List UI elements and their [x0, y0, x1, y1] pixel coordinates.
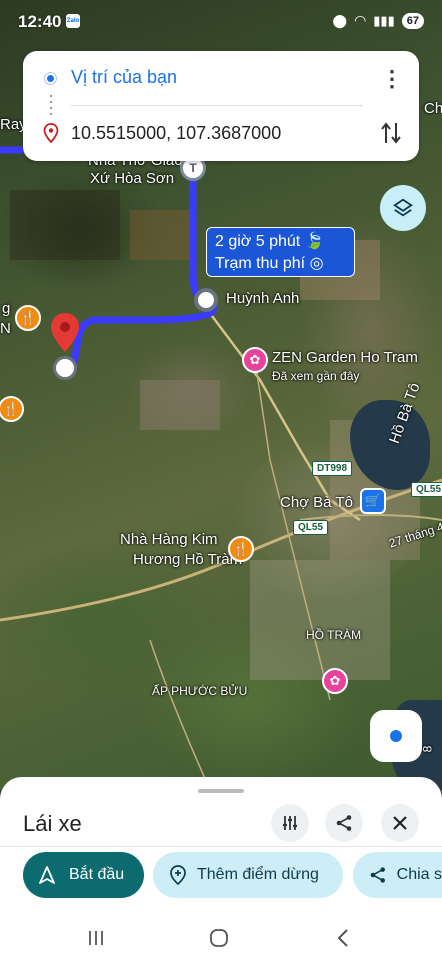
location-pin-icon[interactable] [50, 312, 80, 356]
map-label-n: N [0, 320, 11, 337]
add-stop-label: Thêm điểm dừng [197, 866, 319, 883]
map-label-huynh-anh[interactable]: Huỳnh Anh [226, 290, 299, 307]
map-label-g: g [2, 300, 11, 317]
route-duration: 2 giờ 5 phút [215, 233, 301, 250]
eco-leaf-icon: 🍃 [304, 233, 325, 250]
location-icon: ⬤ [332, 12, 348, 28]
share-icon[interactable] [325, 804, 363, 842]
leisure-icon[interactable]: ✿ [242, 347, 268, 373]
status-bar: 12:40 Zalo ⬤ ◠ ▮▮▮ 67 [0, 0, 442, 44]
add-stop-button[interactable]: Thêm điểm dừng [153, 852, 343, 898]
directions-bottom-sheet: Lái xe Bắt đầu Thêm điểm dừng Chia s [0, 777, 442, 960]
route-search-card: Vị trí của bạn ⋮ 10.5515000, 107.3687000 [23, 51, 419, 161]
map-label-nha-hang-2[interactable]: Hương Hồ Tràm [133, 551, 242, 568]
start-button[interactable]: Bắt đầu [23, 852, 144, 898]
road-badge-ql55-right: QL55 [411, 482, 442, 497]
destination-field[interactable]: 10.5515000, 107.3687000 [71, 123, 281, 144]
toll-icon: ◎ [309, 255, 324, 272]
wifi-icon: ◠ [354, 12, 367, 28]
map-label-cho-ba-to[interactable]: Chợ Bà Tô [280, 494, 353, 511]
sheet-divider [0, 846, 442, 847]
more-options-icon[interactable]: ⋮ [381, 65, 403, 93]
share-icon [370, 867, 385, 883]
map-label-ap-phuoc-buu: ẤP PHƯỚC BỬU [152, 684, 248, 698]
system-navigation-bar [0, 917, 442, 960]
sheet-drag-handle[interactable] [198, 789, 244, 793]
tune-icon[interactable] [271, 804, 309, 842]
road-badge-ql55: QL55 [293, 520, 329, 535]
divider [71, 105, 363, 106]
navigation-arrow-icon [39, 866, 55, 884]
leisure-icon[interactable]: ✿ [322, 668, 348, 694]
restaurant-icon[interactable]: 🍴 [228, 536, 254, 562]
home-icon[interactable] [206, 925, 232, 951]
map-label-zen-sub: Đã xem gần đây [272, 369, 360, 383]
status-time: 12:40 [18, 12, 62, 31]
signal-icon: ▮▮▮ [373, 12, 395, 28]
location-pin-icon [43, 123, 59, 143]
route-line [70, 176, 218, 366]
blue-dot-icon [45, 73, 56, 84]
road-badge-dt998: DT998 [312, 461, 353, 476]
origin-field[interactable]: Vị trí của bạn [71, 67, 177, 88]
restaurant-icon[interactable]: 🍴 [15, 305, 41, 331]
zalo-notification-icon: Zalo [66, 14, 80, 28]
recent-apps-icon[interactable] [83, 925, 109, 951]
travel-mode-title: Lái xe [23, 811, 82, 836]
add-location-icon [170, 865, 186, 885]
route-connector [50, 95, 52, 115]
map-label-ho-tram: HỒ TRÀM [306, 628, 362, 642]
close-icon[interactable] [381, 804, 419, 842]
map-label-nha-hang-1[interactable]: Nhà Hàng Kim [120, 531, 218, 548]
map-label-zen-garden[interactable]: ZEN Garden Ho Tram [272, 349, 418, 366]
shopping-icon[interactable]: 🛒 [360, 488, 386, 514]
start-label: Bắt đầu [69, 866, 125, 883]
destination-marker [53, 356, 77, 380]
back-icon[interactable] [330, 925, 356, 951]
map-label-8: 8 [420, 745, 435, 753]
my-location-icon[interactable] [370, 710, 422, 762]
battery-indicator: 67 [401, 12, 424, 29]
route-via: Trạm thu phí [215, 255, 306, 272]
map-label-ch: Ch [424, 100, 442, 117]
map-label-church-2: Xứ Hòa Sơn [90, 170, 175, 187]
waypoint-marker[interactable] [194, 288, 218, 312]
layers-icon[interactable] [380, 185, 426, 231]
swap-icon[interactable] [379, 119, 403, 147]
share-route-button[interactable]: Chia s [353, 852, 442, 898]
route-duration-callout[interactable]: 2 giờ 5 phút 🍃 Trạm thu phí ◎ [206, 227, 355, 277]
share-route-label: Chia s [396, 866, 442, 883]
